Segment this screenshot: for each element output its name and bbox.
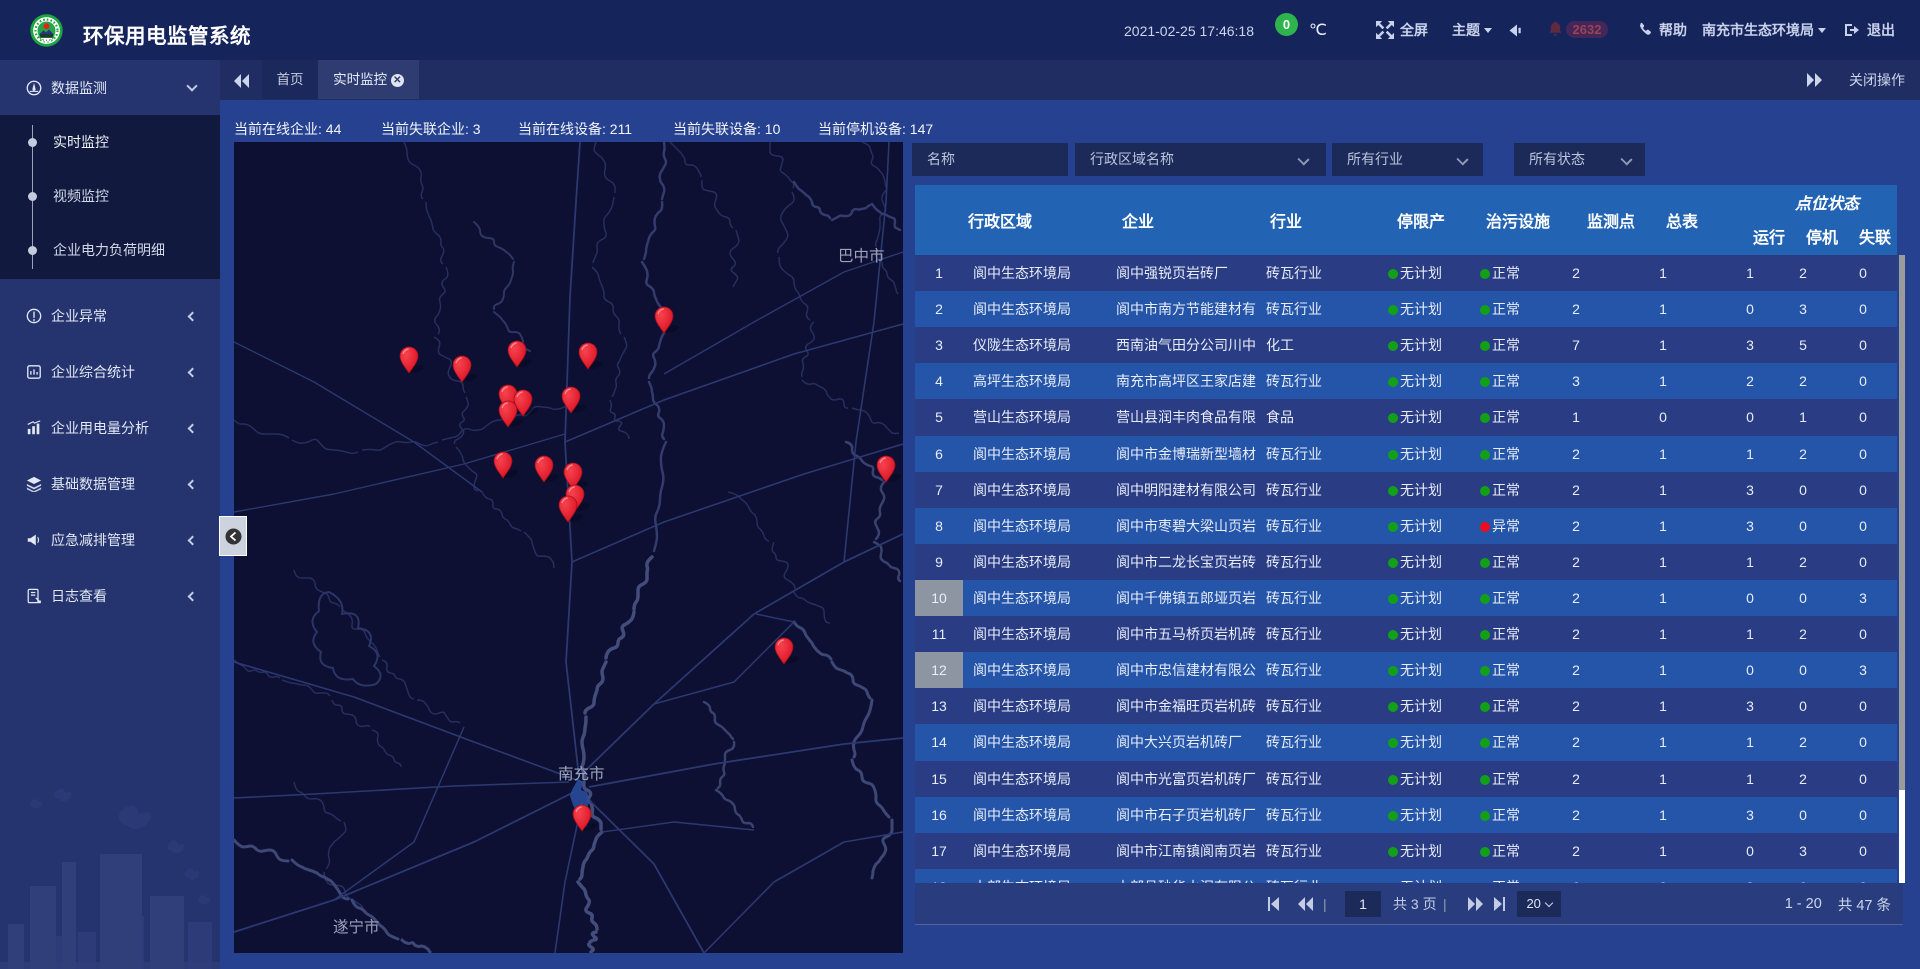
svg-text:遂宁市: 遂宁市 bbox=[333, 918, 380, 936]
svg-text:南充市: 南充市 bbox=[558, 765, 605, 783]
svg-text:巴中市: 巴中市 bbox=[838, 247, 885, 265]
